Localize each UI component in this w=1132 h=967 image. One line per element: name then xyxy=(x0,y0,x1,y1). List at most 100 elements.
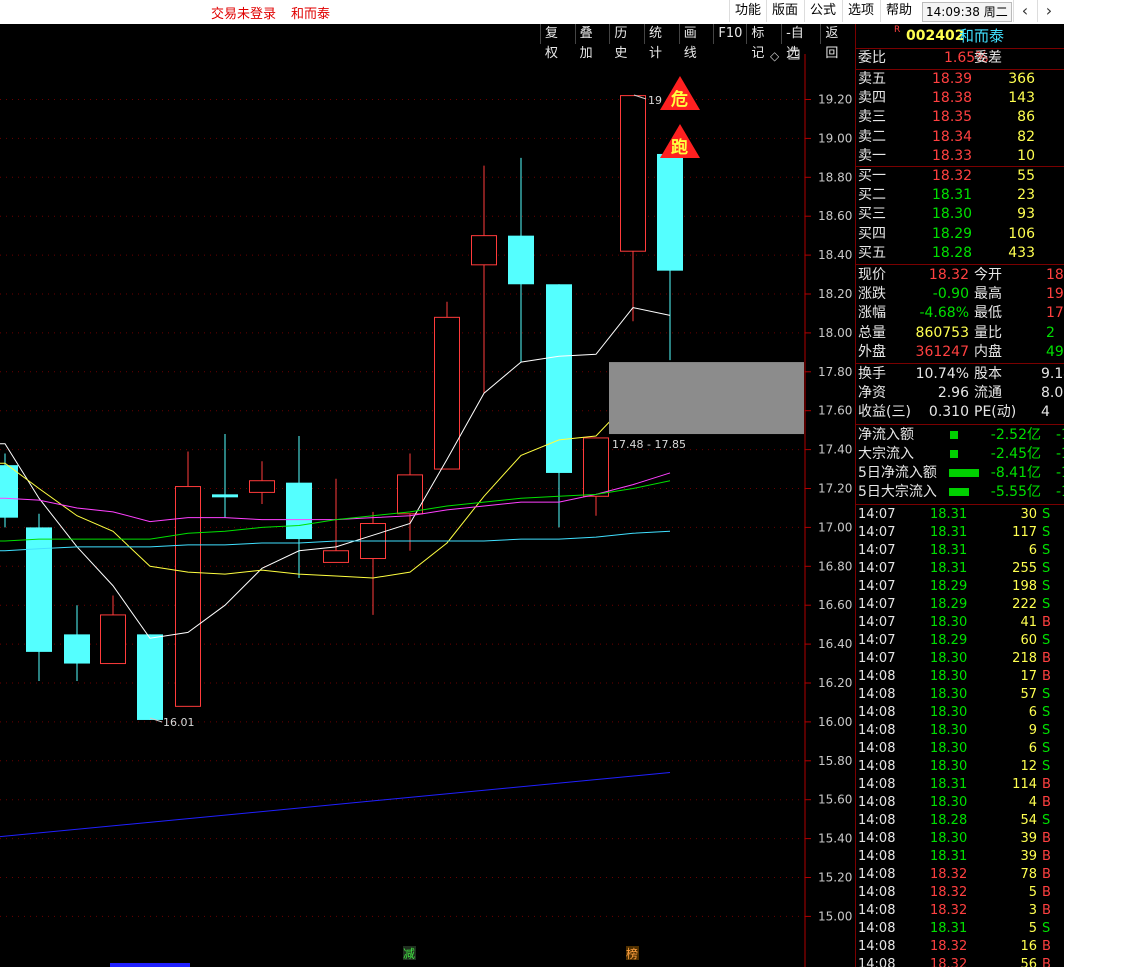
candle-body-up xyxy=(471,235,497,266)
trade-login-status[interactable]: 交易未登录 xyxy=(211,3,276,22)
stat-value: 860753 xyxy=(915,324,969,341)
r-mark-icon: R xyxy=(894,25,901,35)
stat2-value: 10.74% xyxy=(915,366,969,382)
stat2-label-2: PE(动) xyxy=(974,404,1017,421)
chevron-right-icon[interactable]: › xyxy=(1037,0,1060,22)
stat-row: 现价 18.32 今开 18 xyxy=(856,266,1065,285)
tick-volume: 56 xyxy=(1020,957,1037,967)
tick-volume: 9 xyxy=(1028,723,1037,739)
tick-time: 14:07 xyxy=(858,597,896,613)
tick-time: 14:07 xyxy=(858,579,896,595)
menu-layout[interactable]: 版面 xyxy=(766,0,803,22)
signal-danger-text: 危 xyxy=(670,89,688,110)
tick-price: 18.32 xyxy=(930,885,968,901)
y-tick-label: 17.00 xyxy=(818,520,852,534)
tick-time: 14:08 xyxy=(858,741,896,757)
range-label: 17.48 - 17.85 xyxy=(612,438,686,451)
btn-f10[interactable]: F10 xyxy=(713,24,746,44)
tick-price: 18.30 xyxy=(930,831,968,847)
stat-value: 361247 xyxy=(915,343,969,360)
candle-body-up xyxy=(100,614,126,665)
tick-row: 14:08 18.32 16 B xyxy=(856,938,1065,956)
kline-chart[interactable]: 19.20 19.00 18.80 18.60 18.40 18.20 18.00 17.80… xyxy=(0,24,855,967)
menu-formula[interactable]: 公式 xyxy=(804,0,841,22)
y-tick-label: 16.20 xyxy=(818,676,852,690)
y-tick-label: 17.80 xyxy=(818,365,852,379)
flow-bar xyxy=(950,449,958,458)
candle-body-up xyxy=(583,437,609,497)
y-tick-label: 15.20 xyxy=(818,871,852,885)
btn-history[interactable]: 历史 xyxy=(609,24,644,61)
tick-row: 14:08 18.32 3 B xyxy=(856,902,1065,920)
tick-row: 14:08 18.32 5 B xyxy=(856,884,1065,902)
tick-row: 14:08 18.30 6 S xyxy=(856,740,1065,758)
stat-value-2: 19 xyxy=(1046,286,1064,303)
stat2-label: 换手 xyxy=(858,366,886,382)
candle-body-down xyxy=(657,153,683,271)
menu-help[interactable]: 帮助 xyxy=(880,0,917,22)
top-bar: 交易未登录 和而泰 功能 版面 公式 选项 帮助 14:09:38 周二 ‹ › xyxy=(0,0,1064,24)
candle-body-down xyxy=(212,494,238,498)
tick-side: S xyxy=(1042,579,1051,595)
high-label: 19 xyxy=(648,94,662,107)
clock-time: 14:09:38 xyxy=(926,5,980,19)
stat2-label-2: 股本 xyxy=(974,366,1002,382)
tick-side: B xyxy=(1042,831,1051,847)
tick-row: 14:08 18.30 57 S xyxy=(856,686,1065,704)
y-tick-label: 16.60 xyxy=(818,598,852,612)
btn-restore-rights[interactable]: 复权 xyxy=(540,24,575,61)
flow-row: 大宗流入-2.45亿-1 xyxy=(856,445,1065,464)
tick-side: B xyxy=(1042,615,1051,631)
flow-bar xyxy=(949,469,979,477)
btn-back[interactable]: 返回 xyxy=(820,24,855,61)
tick-time: 14:08 xyxy=(858,903,896,919)
menu-options[interactable]: 选项 xyxy=(842,0,879,22)
tick-time: 14:08 xyxy=(858,777,896,793)
y-tick-label: 19.00 xyxy=(818,131,852,145)
flow-label: 5日净流入额 xyxy=(858,465,937,481)
btn-overlay[interactable]: 叠加 xyxy=(574,24,610,61)
tick-side: S xyxy=(1042,759,1051,775)
menu-function[interactable]: 功能 xyxy=(729,0,766,22)
tick-row: 14:07 18.29 222 S xyxy=(856,596,1065,614)
tick-row: 14:07 18.31 255 S xyxy=(856,560,1065,578)
tick-time: 14:08 xyxy=(858,705,896,721)
tick-price: 18.29 xyxy=(930,579,968,595)
chart-toolbar: 复权 叠加 历史 统计 画线 F10 标记 -自选 返回 xyxy=(540,24,855,61)
btn-mark[interactable]: 标记 xyxy=(746,24,781,61)
btn-remove-watchlist[interactable]: -自选 xyxy=(781,24,820,61)
stat-label-2: 内盘 xyxy=(974,343,1002,360)
tick-price: 18.30 xyxy=(930,795,968,811)
candle-body-down xyxy=(137,634,163,720)
low-label: 16.01 xyxy=(163,716,195,729)
y-tick-label: 15.80 xyxy=(818,754,852,768)
y-tick-label: 17.20 xyxy=(818,482,852,496)
chevron-left-icon[interactable]: ‹ xyxy=(1013,0,1036,22)
bid-volume: 433 xyxy=(1008,244,1035,261)
separator xyxy=(856,363,1065,364)
btn-draw-line[interactable]: 画线 xyxy=(678,24,714,61)
separator xyxy=(856,264,1065,265)
tick-time: 14:08 xyxy=(858,795,896,811)
bid-row: 买四 18.29 106 xyxy=(856,225,1065,244)
kline-svg: 19.20 19.00 18.80 18.60 18.40 18.20 18.00 17.80… xyxy=(0,49,852,967)
ask-volume: 10 xyxy=(1017,147,1035,164)
stat-row: 涨跌 -0.90 最高 19 xyxy=(856,285,1065,304)
clock: 14:09:38 周二 xyxy=(922,2,1012,22)
separator xyxy=(856,423,1065,425)
flow-label: 5日大宗流入 xyxy=(858,484,937,501)
stat2-label: 净资 xyxy=(858,385,886,402)
y-tick-label: 18.40 xyxy=(818,248,852,262)
y-tick-label: 16.00 xyxy=(818,715,852,729)
tick-row: 14:08 18.30 12 S xyxy=(856,758,1065,776)
tick-volume: 17 xyxy=(1020,669,1037,685)
tick-time: 14:07 xyxy=(858,633,896,649)
tick-volume: 30 xyxy=(1020,507,1037,523)
candle-body-down xyxy=(508,235,534,285)
tick-time: 14:08 xyxy=(858,939,896,955)
btn-statistics[interactable]: 统计 xyxy=(644,24,679,61)
bid-price: 18.29 xyxy=(932,225,973,242)
tick-time: 14:08 xyxy=(858,867,896,883)
bid-label: 买一 xyxy=(858,168,886,184)
tick-row: 14:08 18.32 78 B xyxy=(856,866,1065,884)
